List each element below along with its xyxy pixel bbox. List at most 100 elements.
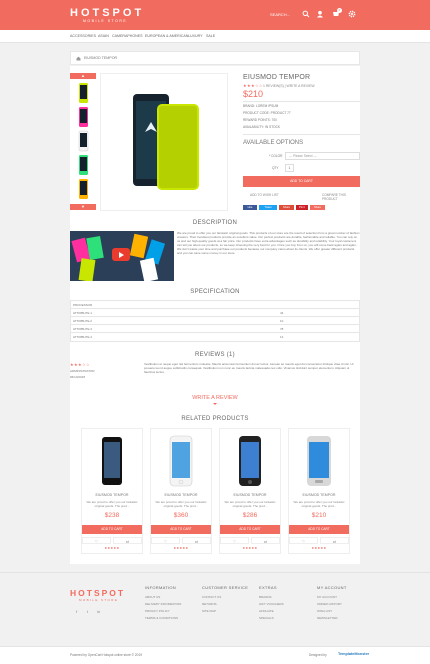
color-select[interactable]: --- Please Select --- — [285, 152, 360, 160]
reviews-title: REVIEWS (1) — [195, 352, 235, 358]
share-tweet[interactable]: Tweet — [259, 205, 277, 210]
add-to-cart-button[interactable]: ADD TO CART — [220, 525, 280, 534]
footer-link[interactable]: GIFT VOUCHERS — [259, 602, 284, 606]
footer-link[interactable]: SITE MAP — [202, 609, 216, 613]
product-image[interactable] — [226, 433, 274, 490]
related-products-title: RELATED PRODUCTS — [181, 416, 249, 422]
compare-icon[interactable]: ⇄ — [320, 537, 349, 544]
site-header: HOTSPOT MOBILE STORE SEARCH... 0 — [0, 0, 430, 30]
write-review-link[interactable]: WRITE A REVIEW — [70, 395, 360, 401]
spec-value: 10 — [280, 319, 284, 323]
nav-item-cameraphones[interactable]: CAMERAPHONES — [112, 34, 143, 38]
breadcrumb: EIUSMOD TEMPOR — [70, 51, 360, 65]
product-name[interactable]: EIUSMOD TEMPOR — [289, 493, 349, 497]
rating-stars: ★★★★★ — [104, 546, 120, 550]
product-name[interactable]: EIUSMOD TEMPOR — [220, 493, 280, 497]
product-card[interactable]: EIUSMOD TEMPOR We are proud to offer you… — [288, 428, 350, 554]
product-main-image[interactable] — [100, 73, 228, 211]
add-to-cart-button[interactable]: ADD TO CART — [289, 525, 349, 534]
nav-item-european-american[interactable]: EUROPEAN & AMERICAN — [145, 34, 188, 38]
review-text: Vestibulum et neque eget nisi fermentum … — [144, 362, 354, 374]
templatemonster-logo[interactable]: TemplateMonster — [338, 652, 369, 656]
nav-item-sale[interactable]: SALE — [206, 34, 215, 38]
twitter-icon[interactable]: t — [87, 609, 88, 614]
footer-link[interactable]: SPECIALS — [259, 616, 274, 620]
thumbnail-3[interactable] — [74, 130, 92, 152]
compare-link[interactable]: COMPARE THIS PRODUCT — [322, 193, 360, 201]
review-link[interactable]: 1 REVIEW(S) | WRITE A REVIEW — [263, 84, 315, 88]
add-to-cart-button[interactable]: ADD TO CART — [243, 176, 360, 187]
footer-link[interactable]: ABOUT US — [145, 595, 160, 599]
logo[interactable]: HOTSPOT — [70, 7, 144, 19]
footer-link[interactable]: PRIVACY POLICY — [145, 609, 170, 613]
share-pin[interactable]: Pin it — [296, 205, 308, 210]
product-name[interactable]: EIUSMOD TEMPOR — [82, 493, 142, 497]
share-like[interactable]: Like — [243, 205, 257, 210]
product-card[interactable]: EIUSMOD TEMPOR We are proud to offer you… — [81, 428, 143, 554]
product-price: $286 — [242, 512, 258, 519]
product-price: $238 — [104, 512, 120, 519]
footer-link[interactable]: MY ACCOUNT — [317, 595, 337, 599]
heart-icon[interactable]: ♡ — [289, 537, 318, 544]
compare-icon[interactable]: ⇄ — [182, 537, 211, 544]
main-nav: ACCESSORIES ASIAN CAMERAPHONES EUROPEAN … — [0, 30, 430, 43]
product-desc: We are proud to offer you our fantastic … — [86, 500, 138, 508]
spec-group-row: PROCESSOR — [71, 301, 359, 309]
footer-link[interactable]: WISH LIST — [317, 609, 332, 613]
linkedin-icon[interactable]: in — [97, 609, 100, 614]
user-icon[interactable] — [316, 10, 324, 18]
product-card[interactable]: EIUSMOD TEMPOR We are proud to offer you… — [219, 428, 281, 554]
footer-link[interactable]: BRANDS — [259, 595, 272, 599]
gear-icon[interactable] — [348, 10, 356, 18]
compare-icon[interactable]: ⇄ — [251, 537, 280, 544]
home-icon[interactable] — [76, 56, 81, 62]
specification-title: SPECIFICATION — [190, 289, 240, 295]
footer-link[interactable]: TERMS & CONDITIONS — [145, 616, 178, 620]
wishlist-link[interactable]: ADD TO WISH LIST — [250, 193, 279, 197]
product-video[interactable] — [70, 231, 174, 281]
divider — [243, 101, 360, 102]
breadcrumb-current[interactable]: EIUSMOD TEMPOR — [84, 56, 117, 60]
nav-item-accessories[interactable]: ACCESSORIES — [70, 34, 96, 38]
spec-value: 12 — [280, 335, 284, 339]
thumbs-up-arrow[interactable]: ▲ — [70, 73, 96, 79]
product-card[interactable]: EIUSMOD TEMPOR We are proud to offer you… — [150, 428, 212, 554]
share-gplus[interactable]: Share — [279, 205, 294, 210]
add-to-cart-button[interactable]: ADD TO CART — [151, 525, 211, 534]
compare-icon[interactable]: ⇄ — [113, 537, 142, 544]
product-name[interactable]: EIUSMOD TEMPOR — [151, 493, 211, 497]
chevron-down-icon — [213, 403, 217, 405]
footer-link[interactable]: RETURNS — [202, 602, 217, 606]
qty-input[interactable]: 1 — [285, 164, 294, 172]
footer-link[interactable]: AFFILIATE — [259, 609, 274, 613]
facebook-icon[interactable]: f — [76, 609, 77, 614]
color-label: * COLOR — [269, 154, 283, 158]
play-icon[interactable] — [112, 248, 130, 261]
search-icon[interactable] — [302, 10, 310, 18]
product-image[interactable] — [295, 433, 343, 490]
thumbnail-5[interactable] — [74, 178, 92, 200]
footer-link[interactable]: DELIVERY INFORMATION — [145, 602, 181, 606]
footer-logo[interactable]: HOTSPOT — [70, 588, 125, 598]
thumbs-down-arrow[interactable]: ▼ — [70, 204, 96, 210]
nav-item-asian[interactable]: ASIAN — [98, 34, 109, 38]
footer-link[interactable]: NEWSLETTER — [317, 616, 338, 620]
share-more[interactable]: Share — [310, 205, 325, 210]
product-price: $210 — [311, 512, 327, 519]
spec-name: ATTRIBUTE 4 — [73, 335, 92, 339]
product-image[interactable] — [157, 433, 205, 490]
thumbnail-4[interactable] — [74, 154, 92, 176]
thumbnail-1[interactable] — [74, 82, 92, 104]
footer-link[interactable]: CONTACT US — [202, 595, 221, 599]
rating-stars: ★★★★★ — [311, 546, 327, 550]
heart-icon[interactable]: ♡ — [82, 537, 111, 544]
heart-icon[interactable]: ♡ — [151, 537, 180, 544]
nav-item-luxury[interactable]: LUXURY — [188, 34, 203, 38]
search-input[interactable]: SEARCH... — [270, 12, 290, 17]
heart-icon[interactable]: ♡ — [220, 537, 249, 544]
thumbnail-2[interactable] — [74, 106, 92, 128]
spec-name: ATTRIBUTE 3 — [73, 327, 92, 331]
add-to-cart-button[interactable]: ADD TO CART — [82, 525, 142, 534]
footer-link[interactable]: ORDER HISTORY — [317, 602, 342, 606]
product-image[interactable] — [88, 433, 136, 490]
